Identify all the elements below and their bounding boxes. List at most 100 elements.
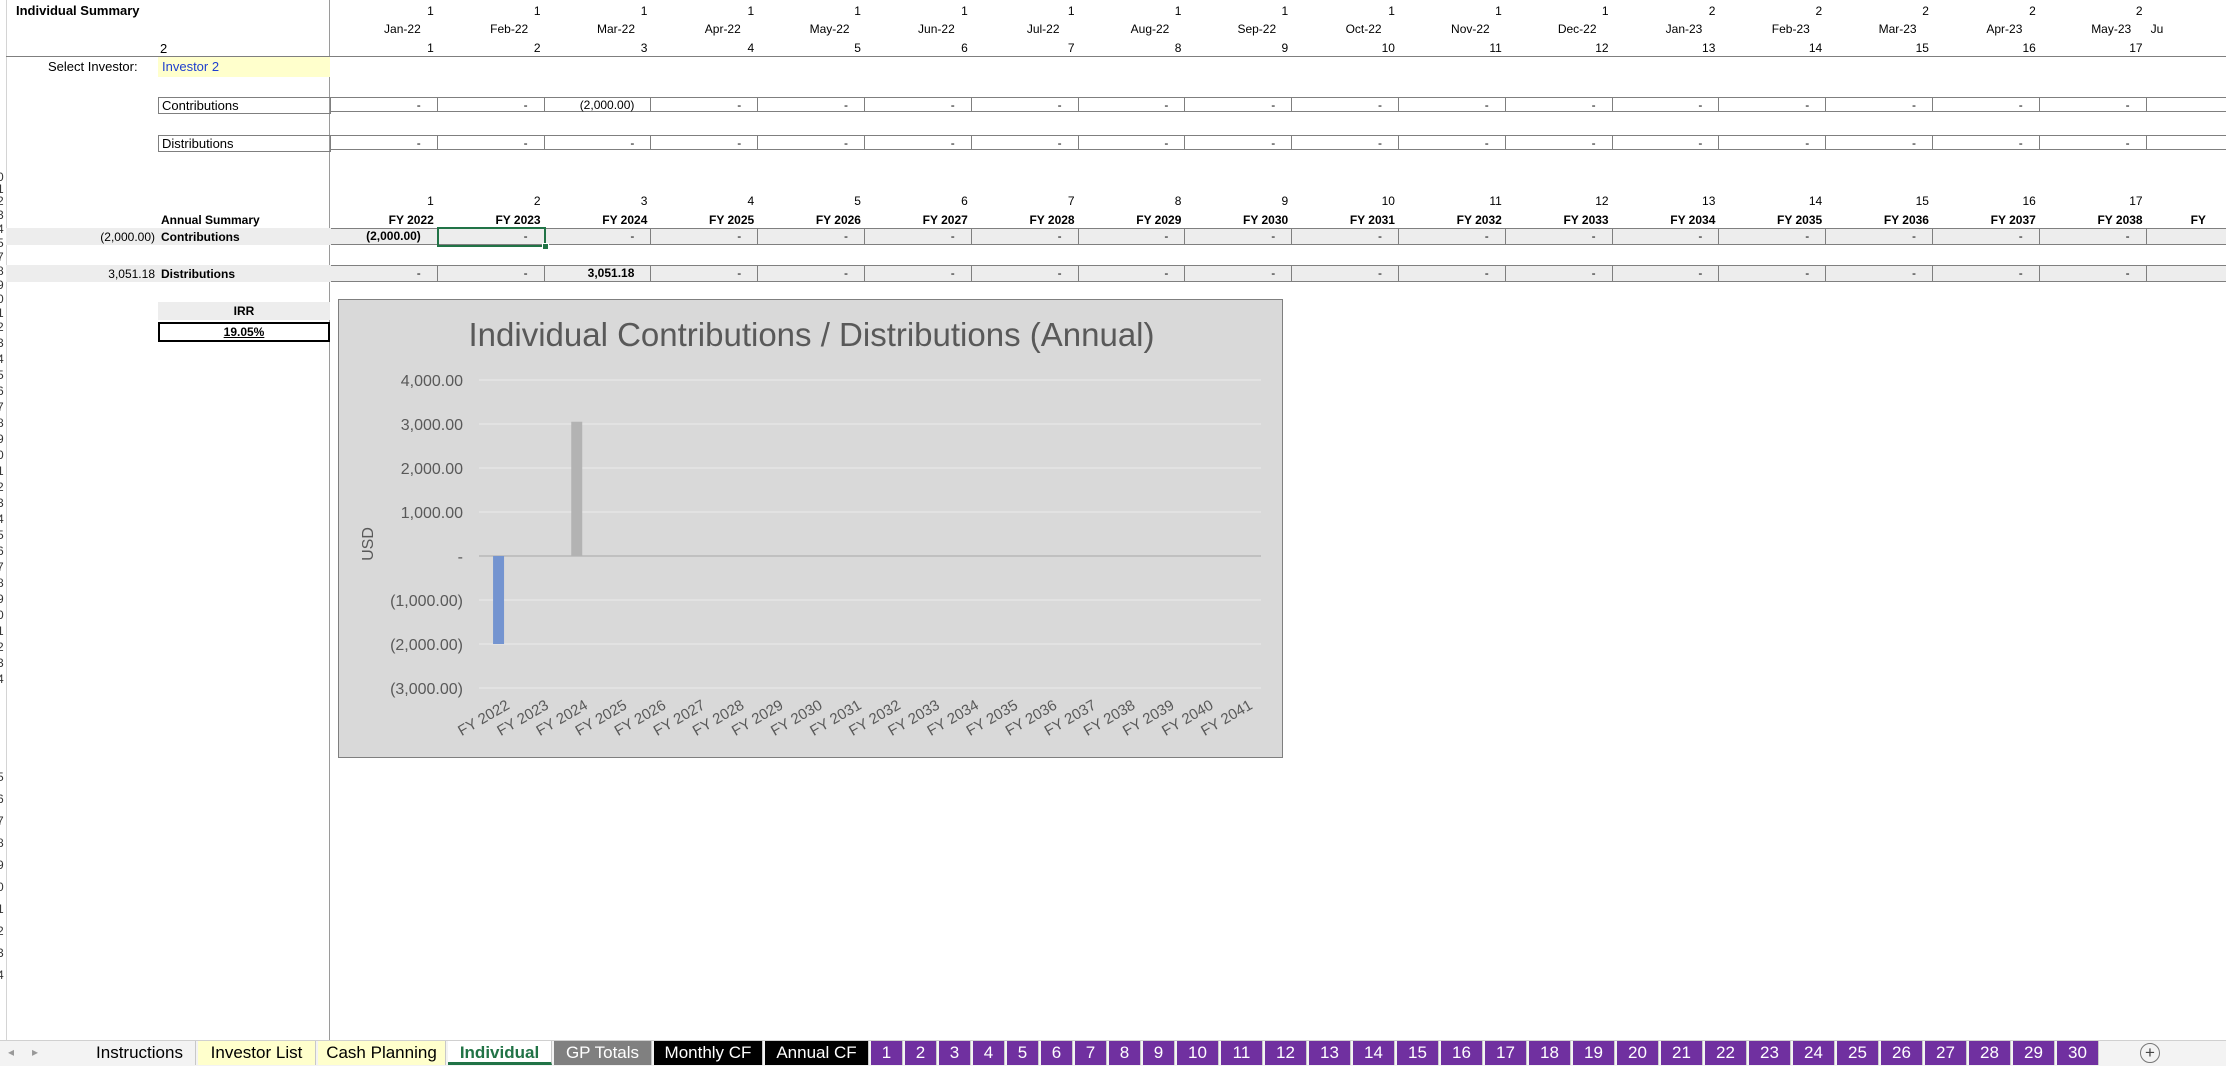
value-cell[interactable]: -: [1612, 97, 1720, 112]
value-cell[interactable]: -: [758, 265, 865, 282]
row-number[interactable]: 4: [0, 512, 5, 526]
row-number[interactable]: 0: [0, 448, 5, 462]
sheet-tab-instructions[interactable]: Instructions: [84, 1041, 196, 1065]
value-cell[interactable]: -: [1933, 228, 2040, 245]
row-number[interactable]: 2: [0, 924, 5, 938]
value-cell[interactable]: -: [544, 228, 652, 245]
investor-select-cell[interactable]: Investor 2: [158, 57, 330, 77]
row-number[interactable]: 2: [0, 640, 5, 654]
sheet-tab-24[interactable]: 24: [1793, 1041, 1835, 1065]
value-cell[interactable]: -: [1933, 265, 2040, 282]
row-header-strip[interactable]: 0123457890123456789012345678901234567890…: [0, 0, 7, 1040]
irr-value-cell[interactable]: 19.05%: [158, 322, 330, 342]
value-cell[interactable]: (2,000.00): [544, 97, 652, 112]
value-cell[interactable]: -: [2039, 97, 2147, 112]
sheet-tab-18[interactable]: 18: [1529, 1041, 1571, 1065]
row-number[interactable]: 7: [0, 814, 5, 828]
value-cell[interactable]: -: [1719, 135, 1827, 150]
sheet-tab-11[interactable]: 11: [1221, 1041, 1263, 1065]
value-cell[interactable]: -: [1612, 135, 1720, 150]
value-cell[interactable]: -: [1933, 97, 2040, 112]
sheet-tab-10[interactable]: 10: [1177, 1041, 1219, 1065]
add-sheet-icon[interactable]: +: [2140, 1043, 2160, 1063]
sheet-tab-21[interactable]: 21: [1661, 1041, 1703, 1065]
value-cell[interactable]: -: [971, 265, 1079, 282]
value-cell[interactable]: (2,000.00): [331, 228, 438, 245]
value-cell-partial[interactable]: [2146, 97, 2226, 112]
value-cell[interactable]: -: [1185, 228, 1293, 245]
sheet-tab-annual-cf[interactable]: Annual CF: [765, 1041, 869, 1065]
sheet-tab-9[interactable]: 9: [1143, 1041, 1175, 1065]
row-number[interactable]: 6: [0, 792, 5, 806]
value-cell-partial[interactable]: [2146, 265, 2226, 282]
value-cell[interactable]: -: [1933, 135, 2040, 150]
value-cell[interactable]: -: [1719, 228, 1827, 245]
row-number[interactable]: 7: [0, 560, 5, 574]
row-number[interactable]: 9: [0, 592, 5, 606]
sheet-tab-15[interactable]: 15: [1397, 1041, 1439, 1065]
sheet-tab-28[interactable]: 28: [1969, 1041, 2011, 1065]
value-cell[interactable]: -: [651, 265, 759, 282]
sheet-tab-1[interactable]: 1: [871, 1041, 903, 1065]
sheet-tab-17[interactable]: 17: [1485, 1041, 1527, 1065]
value-cell[interactable]: -: [865, 228, 972, 245]
value-cell[interactable]: -: [1078, 97, 1186, 112]
row-number[interactable]: 8: [0, 576, 5, 590]
worksheet-grid[interactable]: 0123457890123456789012345678901234567890…: [0, 0, 2226, 1040]
row-number[interactable]: 2: [0, 320, 5, 334]
row-number[interactable]: 5: [0, 528, 5, 542]
row-number[interactable]: 3: [0, 496, 5, 510]
row-number[interactable]: 3: [0, 946, 5, 960]
sheet-tab-8[interactable]: 8: [1109, 1041, 1141, 1065]
value-cell[interactable]: -: [1399, 135, 1506, 150]
sheet-tab-20[interactable]: 20: [1617, 1041, 1659, 1065]
value-cell[interactable]: -: [865, 97, 972, 112]
value-cell[interactable]: -: [1612, 228, 1720, 245]
value-cell[interactable]: -: [971, 135, 1079, 150]
value-cell[interactable]: -: [1826, 97, 1933, 112]
row-number[interactable]: 1: [0, 464, 5, 478]
sheet-tab-individual[interactable]: Individual: [448, 1041, 552, 1065]
value-cell[interactable]: -: [1185, 135, 1293, 150]
row-number[interactable]: 5: [0, 368, 5, 382]
value-cell[interactable]: -: [1078, 228, 1186, 245]
sheet-tab-19[interactable]: 19: [1573, 1041, 1615, 1065]
row-number[interactable]: 4: [0, 672, 5, 686]
sheet-tab-6[interactable]: 6: [1041, 1041, 1073, 1065]
sheet-tab-7[interactable]: 7: [1075, 1041, 1107, 1065]
row-number[interactable]: 5: [0, 770, 5, 784]
sheet-tab-3[interactable]: 3: [939, 1041, 971, 1065]
row-number[interactable]: 1: [0, 902, 5, 916]
value-cell[interactable]: -: [758, 97, 865, 112]
sheet-tab-5[interactable]: 5: [1007, 1041, 1039, 1065]
value-cell[interactable]: -: [1185, 265, 1293, 282]
value-cell[interactable]: -: [544, 135, 652, 150]
sheet-tab-investor-list[interactable]: Investor List: [198, 1041, 316, 1065]
row-number[interactable]: 4: [0, 968, 5, 982]
row-number[interactable]: 1: [0, 306, 5, 320]
row-number[interactable]: 0: [0, 292, 5, 306]
value-cell[interactable]: 3,051.18: [544, 265, 652, 282]
value-cell[interactable]: -: [1826, 265, 1933, 282]
value-cell[interactable]: -: [971, 97, 1079, 112]
row-number[interactable]: 4: [0, 352, 5, 366]
row-number[interactable]: 7: [0, 400, 5, 414]
sheet-tab-2[interactable]: 2: [905, 1041, 937, 1065]
nav-next-icon[interactable]: ▸: [32, 1045, 38, 1059]
sheet-tab-27[interactable]: 27: [1925, 1041, 1967, 1065]
row-number[interactable]: 0: [0, 608, 5, 622]
value-cell[interactable]: -: [1292, 265, 1399, 282]
sheet-tab-monthly-cf[interactable]: Monthly CF: [654, 1041, 763, 1065]
row-number[interactable]: 3: [0, 656, 5, 670]
value-cell[interactable]: -: [1719, 97, 1827, 112]
value-cell[interactable]: -: [758, 228, 865, 245]
value-cell[interactable]: -: [331, 97, 438, 112]
value-cell[interactable]: -: [971, 228, 1079, 245]
value-cell[interactable]: -: [1612, 265, 1720, 282]
sheet-tab-4[interactable]: 4: [973, 1041, 1005, 1065]
sheet-tab-26[interactable]: 26: [1881, 1041, 1923, 1065]
value-cell[interactable]: -: [437, 97, 545, 112]
row-number[interactable]: 3: [0, 208, 5, 222]
sheet-tab-29[interactable]: 29: [2013, 1041, 2055, 1065]
value-cell[interactable]: -: [865, 135, 972, 150]
